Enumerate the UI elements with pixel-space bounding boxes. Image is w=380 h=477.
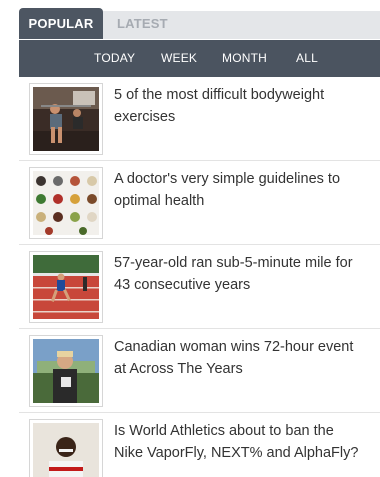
list-item[interactable]: 5 of the most difficult bodyweight exerc… [19, 77, 380, 161]
popular-article-list: 5 of the most difficult bodyweight exerc… [19, 77, 380, 477]
article-thumbnail[interactable] [29, 419, 103, 477]
article-thumbnail[interactable] [29, 167, 103, 239]
athlete-portrait-photo [33, 423, 99, 477]
filter-today[interactable]: TODAY [94, 40, 135, 77]
filter-all[interactable]: ALL [296, 40, 318, 77]
track-runner-photo [33, 255, 99, 319]
article-thumbnail[interactable] [29, 83, 103, 155]
list-item[interactable]: Is World Athletics about to ban the Nike… [19, 413, 380, 477]
time-filter-bar: TODAY WEEK MONTH ALL [19, 40, 380, 77]
list-item[interactable]: 57-year-old ran sub-5-minute mile for 43… [19, 245, 380, 329]
article-thumbnail[interactable] [29, 251, 103, 323]
filter-week[interactable]: WEEK [161, 40, 197, 77]
tab-latest[interactable]: LATEST [105, 8, 175, 39]
article-title[interactable]: Is World Athletics about to ban the Nike… [114, 420, 380, 464]
list-item[interactable]: Canadian woman wins 72-hour event at Acr… [19, 329, 380, 413]
tab-bar: POPULAR LATEST [19, 8, 380, 39]
article-title[interactable]: Canadian woman wins 72-hour event at Acr… [114, 336, 380, 380]
gym-exercise-photo [33, 87, 99, 151]
article-title[interactable]: 57-year-old ran sub-5-minute mile for 43… [114, 252, 380, 296]
woman-runner-portrait-photo [33, 339, 99, 403]
article-thumbnail[interactable] [29, 335, 103, 407]
tab-popular[interactable]: POPULAR [19, 8, 103, 39]
list-item[interactable]: A doctor's very simple guidelines to opt… [19, 161, 380, 245]
article-title[interactable]: 5 of the most difficult bodyweight exerc… [114, 84, 380, 128]
filter-month[interactable]: MONTH [222, 40, 267, 77]
bowls-of-foods-photo [33, 171, 99, 235]
article-title[interactable]: A doctor's very simple guidelines to opt… [114, 168, 380, 212]
